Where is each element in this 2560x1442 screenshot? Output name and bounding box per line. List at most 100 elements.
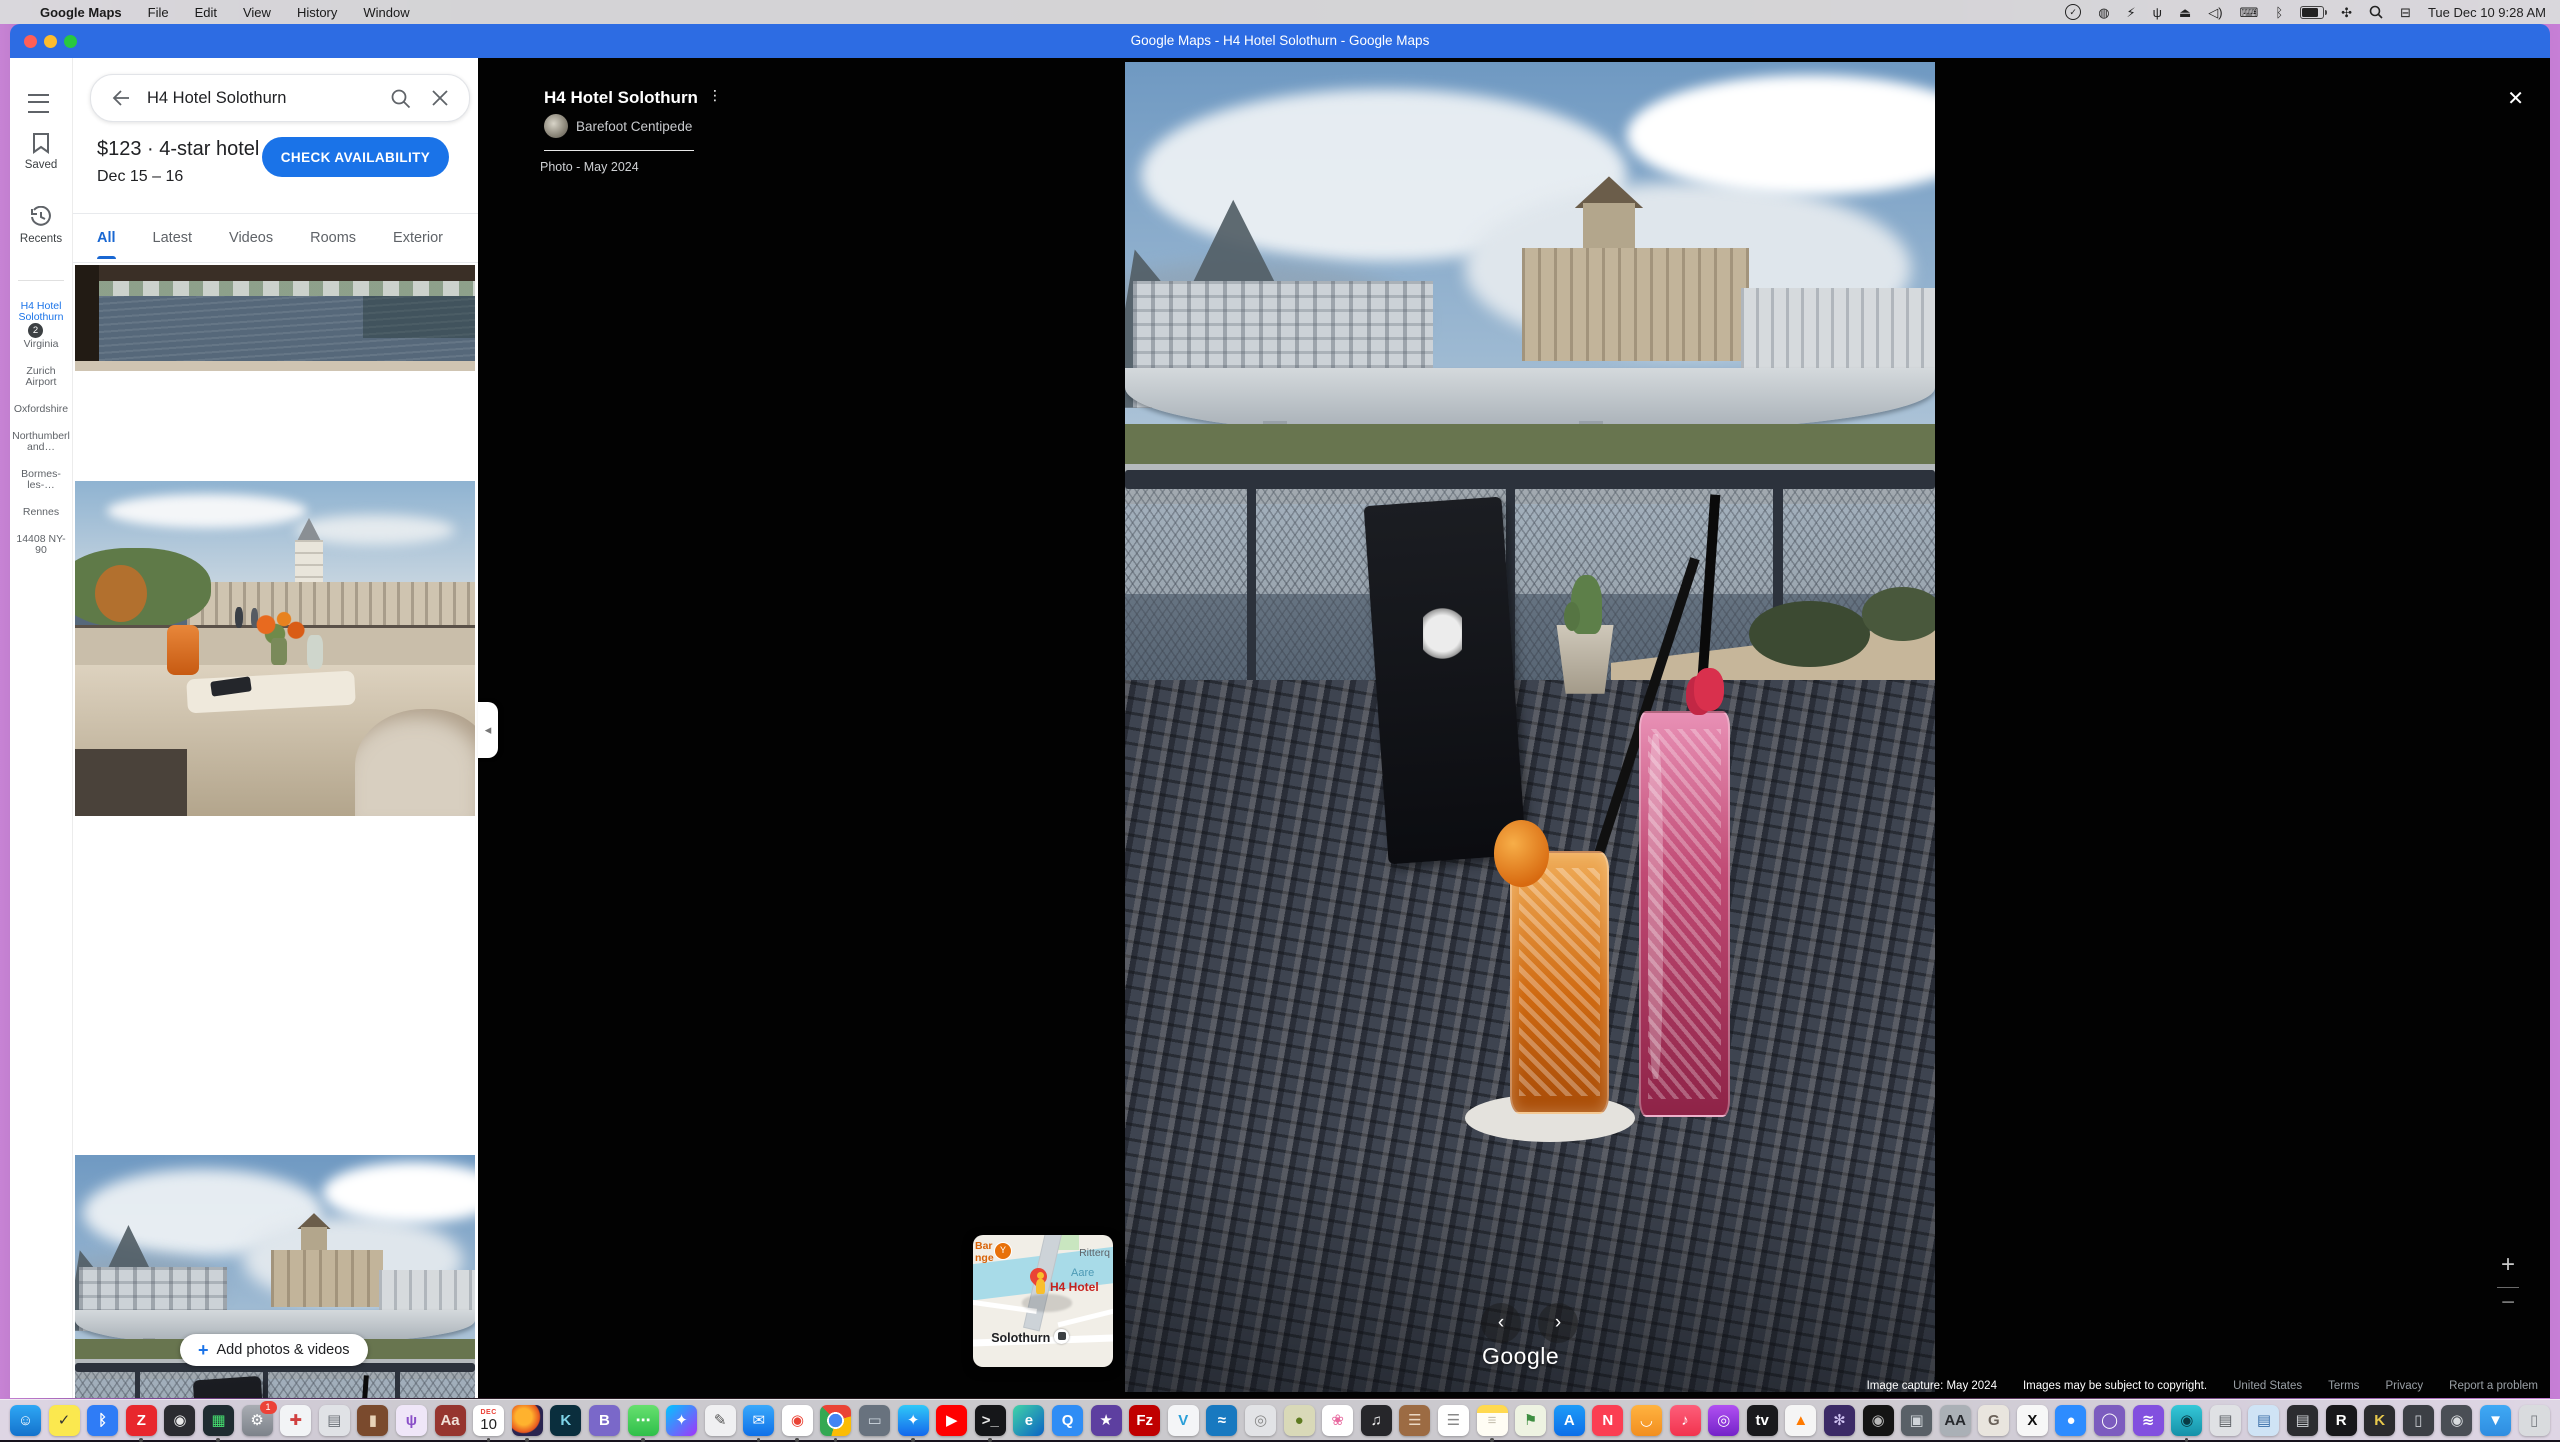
status-usb-icon[interactable]: ψ xyxy=(2153,6,2162,19)
dock-app-icon[interactable]: ≡ xyxy=(1477,1405,1508,1436)
status-control-center-icon[interactable]: ⊟ xyxy=(2400,6,2411,19)
status-volume-icon[interactable]: ◁) xyxy=(2208,6,2222,19)
close-icon[interactable] xyxy=(431,89,449,107)
footer-item[interactable]: United States xyxy=(2233,1380,2302,1392)
main-photo[interactable] xyxy=(1125,62,1935,1392)
hamburger-menu-icon[interactable] xyxy=(28,94,49,113)
dock-app-icon[interactable]: ≋ xyxy=(2133,1405,2164,1436)
dock-app-icon[interactable]: e xyxy=(1013,1405,1044,1436)
recent-place-item[interactable]: 14408 NY-90 xyxy=(11,531,71,556)
author-name[interactable]: Barefoot Centipede xyxy=(576,119,692,134)
traffic-light-close[interactable] xyxy=(24,35,37,48)
photo-tab[interactable]: Latest xyxy=(153,217,193,259)
menu-item[interactable]: File xyxy=(148,5,169,20)
dock-app-icon[interactable]: ⚑ xyxy=(1515,1405,1546,1436)
status-check-icon[interactable]: ✓ xyxy=(2065,4,2081,20)
dock-app-icon[interactable]: ψ xyxy=(396,1405,427,1436)
dock-app-icon[interactable]: K xyxy=(2364,1405,2395,1436)
menu-item[interactable]: Edit xyxy=(195,5,217,20)
dock-app-icon[interactable]: ✦ xyxy=(898,1405,929,1436)
dock-app-icon[interactable]: ▭ xyxy=(859,1405,890,1436)
prev-photo-button[interactable]: ‹ xyxy=(1481,1303,1521,1343)
menu-bar-clock[interactable]: Tue Dec 10 9:28 AM xyxy=(2428,5,2546,20)
dock-app-icon[interactable]: ◉ xyxy=(2441,1405,2472,1436)
dock-app-icon[interactable]: R xyxy=(2326,1405,2357,1436)
check-availability-button[interactable]: CHECK AVAILABILITY xyxy=(262,137,449,177)
dock-app-icon[interactable]: V xyxy=(1168,1405,1199,1436)
dock-app-icon[interactable]: >_ xyxy=(975,1405,1006,1436)
dock-app-icon[interactable]: ♫ xyxy=(1361,1405,1392,1436)
traffic-light-minimize[interactable] xyxy=(44,35,57,48)
dock-app-icon[interactable]: ◉ xyxy=(1863,1405,1894,1436)
traffic-light-zoom[interactable] xyxy=(64,35,77,48)
recent-place-item[interactable]: Oxfordshire xyxy=(11,401,71,415)
dock-app-icon[interactable]: ▦ xyxy=(203,1405,234,1436)
dock-app-icon[interactable]: DEC 10 xyxy=(473,1405,504,1436)
footer-item[interactable]: Report a problem xyxy=(2449,1380,2538,1392)
add-photos-button[interactable]: + Add photos & videos xyxy=(180,1334,368,1366)
dock-app-icon[interactable]: ☰ xyxy=(1399,1405,1430,1436)
dock-app-icon[interactable]: ▣ xyxy=(1901,1405,1932,1436)
dock-app-icon[interactable]: N xyxy=(1592,1405,1623,1436)
footer-item[interactable]: Image capture: May 2024 xyxy=(1867,1380,1997,1392)
dock-app-icon[interactable]: ♪ xyxy=(1670,1405,1701,1436)
window-title-bar[interactable]: Google Maps - H4 Hotel Solothurn - Googl… xyxy=(10,24,2550,58)
status-fan-icon[interactable]: ✣ xyxy=(2341,6,2352,19)
minimap[interactable]: Y Barnge Ritterq Aare H4 Hotel Solothurn xyxy=(973,1235,1113,1367)
recent-place-item[interactable]: H4 Hotel Solothurn xyxy=(11,298,71,323)
menu-app-name[interactable]: Google Maps xyxy=(40,5,122,20)
menu-item[interactable]: Window xyxy=(363,5,409,20)
dock-app-icon[interactable]: ◉ xyxy=(164,1405,195,1436)
dock-app-icon[interactable]: ▤ xyxy=(2287,1405,2318,1436)
dock-app-icon[interactable]: ● xyxy=(2055,1405,2086,1436)
dock-app-icon[interactable]: ✎ xyxy=(705,1405,736,1436)
dock-app-icon[interactable] xyxy=(512,1405,543,1436)
dock-app-icon[interactable]: ✦ xyxy=(666,1405,697,1436)
recent-place-item[interactable]: Rennes xyxy=(11,504,71,518)
dock-app-icon[interactable]: ⋯ xyxy=(628,1405,659,1436)
minimap-bar-poi-icon[interactable]: Y xyxy=(994,1242,1012,1260)
photo-thumbnail-terrace[interactable] xyxy=(75,481,475,816)
dock-app-icon[interactable]: G xyxy=(1978,1405,2009,1436)
dock-app-icon[interactable]: ᛒ xyxy=(87,1405,118,1436)
dock-app-icon[interactable]: ◯ xyxy=(2094,1405,2125,1436)
dock-app-icon[interactable]: B xyxy=(589,1405,620,1436)
dock-app-icon[interactable] xyxy=(820,1405,851,1436)
dock-app-icon[interactable]: X xyxy=(2017,1405,2048,1436)
dock-app-icon[interactable]: ✚ xyxy=(280,1405,311,1436)
collapse-panel-button[interactable]: ◂ xyxy=(478,702,498,758)
dock-app-icon[interactable]: ☺ xyxy=(10,1405,41,1436)
sidebar-item-saved[interactable]: Saved xyxy=(10,132,72,171)
status-circle-icon[interactable]: ◍ xyxy=(2098,6,2109,19)
status-eject-icon[interactable]: ⏏ xyxy=(2179,6,2191,19)
next-photo-button[interactable]: › xyxy=(1538,1303,1578,1343)
dock-app-icon[interactable]: AA xyxy=(1940,1405,1971,1436)
status-shortcuts-icon[interactable]: ⚡ xyxy=(2127,6,2136,19)
footer-item[interactable]: Privacy xyxy=(2385,1380,2423,1392)
dock-app-icon[interactable]: ▮ xyxy=(357,1405,388,1436)
dock-app-icon[interactable]: K xyxy=(550,1405,581,1436)
photo-tab[interactable]: All xyxy=(97,217,116,259)
dock-app-icon[interactable]: ✉ xyxy=(743,1405,774,1436)
dock-app-icon[interactable]: ★ xyxy=(1091,1405,1122,1436)
author-avatar[interactable] xyxy=(544,114,568,138)
dock-app-icon[interactable]: ≈ xyxy=(1206,1405,1237,1436)
status-keyboard-icon[interactable]: ⌨ xyxy=(2240,6,2259,19)
zoom-in-button[interactable]: + xyxy=(2488,1251,2528,1279)
footer-item[interactable]: Terms xyxy=(2328,1380,2359,1392)
dock-app-icon[interactable]: ▯ xyxy=(2519,1405,2550,1436)
dock-app-icon[interactable]: ▤ xyxy=(2248,1405,2279,1436)
dock-app-icon[interactable]: ◡ xyxy=(1631,1405,1662,1436)
sidebar-item-recents[interactable]: Recents xyxy=(10,206,72,245)
dock-app-icon[interactable]: ◉ xyxy=(782,1405,813,1436)
status-search-icon[interactable] xyxy=(2369,5,2383,19)
zoom-out-button[interactable]: − xyxy=(2488,1296,2528,1310)
dock-app-icon[interactable]: ✻ xyxy=(1824,1405,1855,1436)
dock-app-icon[interactable]: ◎ xyxy=(1708,1405,1739,1436)
viewer-close-icon[interactable]: ✕ xyxy=(2507,86,2524,111)
overflow-menu-icon[interactable]: ⋮ xyxy=(708,92,718,98)
dock-app-icon[interactable]: ▤ xyxy=(319,1405,350,1436)
status-battery-icon[interactable] xyxy=(2300,6,2324,19)
recent-place-item[interactable]: Zurich Airport xyxy=(11,363,71,388)
dock-app-icon[interactable]: Z xyxy=(126,1405,157,1436)
